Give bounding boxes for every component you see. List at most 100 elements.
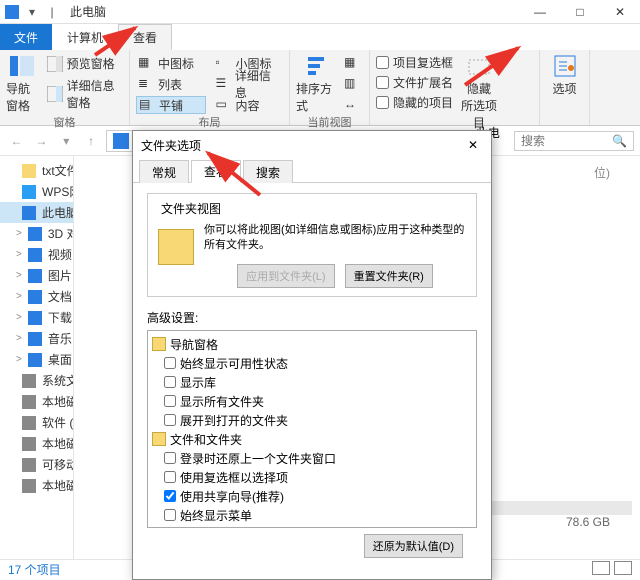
adv-checkbox[interactable]: 使用复选框以选择项 — [152, 468, 472, 487]
drive-icon — [22, 373, 36, 389]
sidebar-item-12[interactable]: 软件 (E:) — [0, 412, 73, 433]
sidebar-item-4[interactable]: >视频 — [0, 244, 73, 265]
sidebar-item-label: 本地磁盘 (F:) — [42, 435, 74, 452]
adv-checkbox[interactable]: 登录时还原上一个文件夹窗口 — [152, 449, 472, 468]
dialog-tab-search[interactable]: 搜索 — [243, 160, 293, 183]
drive-icon — [22, 457, 36, 473]
tab-view[interactable]: 查看 — [118, 24, 172, 50]
checkbox-file-extensions[interactable]: 文件扩展名 — [376, 74, 453, 91]
cloud-icon — [22, 184, 36, 200]
apply-to-folders-button[interactable]: 应用到文件夹(L) — [237, 264, 334, 288]
pc-icon — [22, 205, 36, 221]
pc-icon — [113, 133, 129, 149]
window-title: 此电脑 — [70, 3, 106, 20]
dialog-title: 文件夹选项 — [141, 137, 201, 154]
checkbox-item-checkboxes[interactable]: 项目复选框 — [376, 54, 453, 71]
adv-header: 文件和文件夹 — [152, 430, 472, 449]
tab-computer[interactable]: 计算机 — [52, 24, 118, 50]
dialog-tab-view[interactable]: 查看 — [191, 160, 241, 183]
folder-icon — [152, 432, 166, 446]
view-medium-icons[interactable]: ▦中图标 — [136, 54, 206, 72]
adv-header: 导航窗格 — [152, 335, 472, 354]
sidebar-item-0[interactable]: txt文件删除了怎 — [0, 160, 73, 181]
sidebar-item-label: 视频 — [48, 246, 72, 263]
dialog-tab-general[interactable]: 常规 — [139, 160, 189, 183]
sort-by-button[interactable]: 排序方式 — [296, 54, 336, 114]
advanced-settings-list[interactable]: 导航窗格始终显示可用性状态显示库显示所有文件夹展开到打开的文件夹文件和文件夹登录… — [147, 330, 477, 528]
image-icon — [28, 268, 42, 284]
close-button[interactable]: ✕ — [600, 0, 640, 24]
options-button[interactable]: 选项 — [546, 54, 583, 125]
adv-checkbox[interactable]: 始终显示菜单 — [152, 506, 472, 525]
sidebar-item-label: txt文件删除了怎 — [42, 162, 74, 179]
sidebar-item-label: 此电脑 — [42, 204, 74, 221]
recent-chevron-icon[interactable]: ▾ — [56, 130, 77, 152]
sidebar-item-5[interactable]: >图片 — [0, 265, 73, 286]
reset-folders-button[interactable]: 重置文件夹(R) — [345, 264, 433, 288]
video-icon — [28, 247, 42, 263]
search-input[interactable] — [521, 134, 608, 148]
sidebar-item-label: 桌面 — [48, 351, 72, 368]
sidebar-item-11[interactable]: 本地磁盘 (D:) — [0, 391, 73, 412]
view-list[interactable]: ≣列表 — [136, 75, 206, 93]
folder-options-dialog: 文件夹选项 ✕ 常规 查看 搜索 文件夹视图 你可以将此视图(如详细信息或图标)… — [132, 130, 492, 580]
sidebar-item-3[interactable]: >3D 对象 — [0, 223, 73, 244]
folder-icon — [152, 337, 166, 351]
sidebar-item-10[interactable]: 系统文件 (C:) — [0, 370, 73, 391]
search-box[interactable]: 🔍 — [514, 131, 634, 151]
forward-button[interactable]: → — [31, 130, 52, 152]
dialog-close-button[interactable]: ✕ — [463, 138, 483, 152]
down-icon — [28, 310, 42, 326]
3d-icon — [28, 226, 42, 242]
sidebar-item-14[interactable]: 可移动磁盘 (G:) — [0, 454, 73, 475]
checkbox-hidden-items[interactable]: 隐藏的项目 — [376, 94, 453, 111]
music-icon — [28, 331, 42, 347]
sidebar-item-8[interactable]: >音乐 — [0, 328, 73, 349]
up-button[interactable]: ↑ — [81, 130, 102, 152]
preview-pane-button[interactable]: 预览窗格 — [45, 54, 123, 73]
minimize-button[interactable]: — — [520, 0, 560, 24]
status-count: 17 个项目 — [8, 561, 61, 578]
view-mode-icons[interactable] — [588, 561, 632, 578]
maximize-button[interactable]: □ — [560, 0, 600, 24]
hide-selected-button[interactable]: 隐藏 所选项目 — [459, 54, 499, 131]
adv-checkbox[interactable]: 显示所有文件夹 — [152, 392, 472, 411]
desktop-icon — [28, 352, 42, 368]
size-columns-button[interactable]: ↔ — [342, 96, 362, 114]
sidebar-item-7[interactable]: >下载 — [0, 307, 73, 328]
drive-icon — [22, 478, 36, 494]
sidebar-item-15[interactable]: 本地磁盘 (H:) — [0, 475, 73, 496]
folder-icon — [22, 163, 36, 179]
sidebar-item-13[interactable]: 本地磁盘 (F:) — [0, 433, 73, 454]
app-icon — [4, 4, 20, 20]
restore-defaults-button[interactable]: 还原为默认值(D) — [364, 534, 463, 558]
sidebar-item-label: 可移动磁盘 (G:) — [42, 456, 74, 473]
sidebar-item-1[interactable]: WPS网盘 — [0, 181, 73, 202]
view-content[interactable]: ▭内容 — [214, 96, 284, 114]
back-button[interactable]: ← — [6, 130, 27, 152]
qat-chevron-icon[interactable]: ▾ — [24, 4, 40, 20]
adv-checkbox[interactable]: 始终显示可用性状态 — [152, 354, 472, 373]
group-by-button[interactable]: ▦ — [342, 54, 362, 72]
nav-pane-button[interactable]: 导航窗格 — [6, 54, 39, 114]
drive-icon — [22, 436, 36, 452]
search-icon[interactable]: 🔍 — [612, 134, 627, 148]
sidebar-item-2[interactable]: 此电脑 — [0, 202, 73, 223]
drive-icon — [22, 394, 36, 410]
add-columns-button[interactable]: ▥ — [342, 75, 362, 93]
advanced-settings-label: 高级设置: — [147, 309, 477, 326]
sidebar-item-label: WPS网盘 — [42, 183, 74, 200]
sidebar-item-label: 本地磁盘 (H:) — [42, 477, 74, 494]
adv-checkbox[interactable]: 展开到打开的文件夹 — [152, 411, 472, 430]
adv-checkbox[interactable]: 使用共享向导(推荐) — [152, 487, 472, 506]
sidebar-item-label: 图片 — [48, 267, 72, 284]
adv-checkbox[interactable]: 显示库 — [152, 373, 472, 392]
details-pane-button[interactable]: 详细信息窗格 — [45, 76, 123, 112]
sidebar-item-6[interactable]: >文档 — [0, 286, 73, 307]
tab-file[interactable]: 文件 — [0, 24, 52, 50]
view-tiles[interactable]: ▤平铺 — [136, 96, 206, 114]
sidebar-item-9[interactable]: >桌面 — [0, 349, 73, 370]
sidebar-item-label: 音乐 — [48, 330, 72, 347]
folder-view-legend: 文件夹视图 — [158, 200, 224, 217]
view-details[interactable]: ☰详细信息 — [214, 75, 284, 93]
